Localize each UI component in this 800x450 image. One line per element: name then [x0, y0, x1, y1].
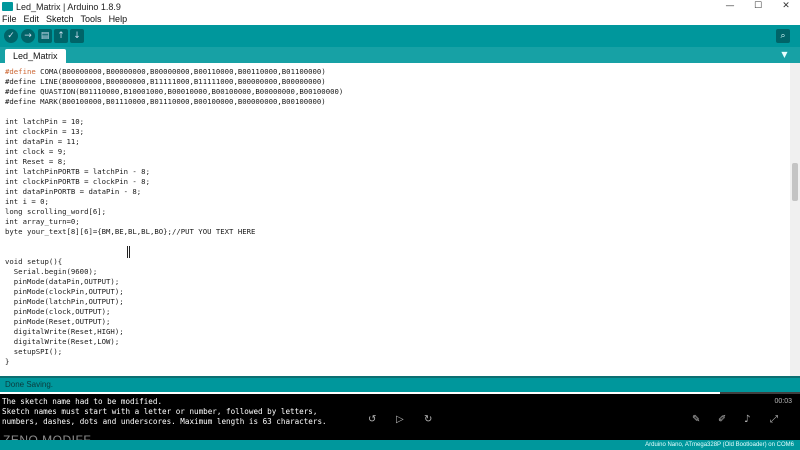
code-text: int clock = 9;: [5, 147, 67, 156]
board-status-bar: Arduino Nano, ATmega328P (Old Bootloader…: [0, 440, 800, 450]
code-line: pinMode(clockPin,OUTPUT);: [5, 287, 124, 297]
code-text: Serial.begin(9600);: [5, 267, 98, 276]
code-line: Serial.begin(9600);: [5, 267, 97, 277]
toolbar: ✓ → ▤ ↑ ↓ ⌕: [0, 25, 800, 47]
save-sketch-icon[interactable]: ↓: [70, 29, 84, 43]
code-text: digitalWrite(Reset,LOW);: [5, 337, 120, 346]
code-line: pinMode(dataPin,OUTPUT);: [5, 277, 119, 287]
code-text: void setup(){: [5, 257, 63, 266]
tab-menu-icon[interactable]: ▼: [779, 50, 790, 60]
menu-edit[interactable]: Edit: [24, 14, 40, 24]
code-text: int dataPin = 11;: [5, 137, 80, 146]
code-text: int latchPinPORTB = latchPin - 8;: [5, 167, 150, 176]
code-text: int latchPin = 10;: [5, 117, 85, 126]
code-line: #define QUASTION(B01110000,B10001000,B00…: [5, 87, 343, 97]
code-text: byte your_text[8][6]={BM,BE,BL,BL,BO};//…: [5, 227, 256, 236]
tab-strip: Led_Matrix ▼: [0, 47, 800, 63]
menu-sketch[interactable]: Sketch: [46, 14, 74, 24]
status-message: Done Saving.: [5, 380, 54, 389]
code-line: void setup(){: [5, 257, 62, 267]
code-line: int latchPinPORTB = latchPin - 8;: [5, 167, 150, 177]
menu-file[interactable]: File: [2, 14, 17, 24]
console-line: Sketch names must start with a letter or…: [2, 407, 318, 416]
code-line: setupSPI();: [5, 347, 62, 357]
code-text: pinMode(dataPin,OUTPUT);: [5, 277, 120, 286]
code-text: }: [5, 357, 10, 366]
serial-monitor-icon[interactable]: ⌕: [776, 29, 790, 43]
code-line: digitalWrite(Reset,LOW);: [5, 337, 119, 347]
code-line: int array_turn=0;: [5, 217, 80, 227]
window-controls: — ☐ ✕: [716, 0, 800, 13]
code-line: long scrolling_word[6];: [5, 207, 106, 217]
code-line: int clock = 9;: [5, 147, 67, 157]
code-text: int clockPin = 13;: [5, 127, 85, 136]
verify-icon[interactable]: ✓: [4, 29, 18, 43]
code-line: #define LINE(B00000000,B00000000,B111110…: [5, 77, 326, 87]
code-line: int dataPinPORTB = dataPin - 8;: [5, 187, 141, 197]
code-text: long scrolling_word[6];: [5, 207, 107, 216]
vertical-scrollbar[interactable]: [790, 63, 800, 376]
code-text: pinMode(latchPin,OUTPUT);: [5, 297, 124, 306]
code-line: int i = 0;: [5, 197, 49, 207]
code-text: #define LINE(B00000000,B00000000,B111110…: [5, 77, 326, 86]
code-line: #define COMA(B00000000,B00000000,B000000…: [5, 67, 326, 76]
minimize-button[interactable]: —: [716, 0, 744, 13]
code-text: digitalWrite(Reset,HIGH);: [5, 327, 124, 336]
new-sketch-icon[interactable]: ▤: [38, 29, 52, 43]
code-text: setupSPI();: [5, 347, 63, 356]
status-strip: Done Saving.: [0, 378, 800, 392]
menu-help[interactable]: Help: [109, 14, 128, 24]
code-line: int clockPinPORTB = clockPin - 8;: [5, 177, 150, 187]
code-line: pinMode(Reset,OUTPUT);: [5, 317, 111, 327]
code-line: int latchPin = 10;: [5, 117, 84, 127]
code-editor[interactable]: #define COMA(B00000000,B00000000,B000000…: [0, 63, 790, 376]
code-text: int array_turn=0;: [5, 217, 80, 226]
console-line: The sketch name had to be modified.: [2, 397, 163, 406]
maximize-button[interactable]: ☐: [744, 0, 772, 13]
code-line: }: [5, 357, 9, 367]
code-text: pinMode(Reset,OUTPUT);: [5, 317, 111, 326]
arduino-logo-icon: [2, 2, 13, 11]
title-bar: Led_Matrix | Arduino 1.8.9 — ☐ ✕: [0, 0, 800, 13]
console-output[interactable]: The sketch name had to be modified. Sket…: [0, 392, 800, 440]
code-text: int dataPinPORTB = dataPin - 8;: [5, 187, 142, 196]
code-text: int Reset = 8;: [5, 157, 67, 166]
code-line: int clockPin = 13;: [5, 127, 84, 137]
code-text: pinMode(clock,OUTPUT);: [5, 307, 111, 316]
code-text: int clockPinPORTB = clockPin - 8;: [5, 177, 150, 186]
text-cursor-icon: [127, 246, 130, 258]
close-button[interactable]: ✕: [772, 0, 800, 13]
board-info: Arduino Nano, ATmega328P (Old Bootloader…: [645, 442, 794, 448]
code-line: byte your_text[8][6]={BM,BE,BL,BL,BO};//…: [5, 227, 255, 237]
code-line: pinMode(clock,OUTPUT);: [5, 307, 111, 317]
code-text: COMA(B00000000,B00000000,B00000000,B0011…: [40, 67, 326, 76]
code-text: int i = 0;: [5, 197, 49, 206]
menu-tools[interactable]: Tools: [81, 14, 102, 24]
menu-bar: File Edit Sketch Tools Help: [0, 13, 800, 25]
open-sketch-icon[interactable]: ↑: [54, 29, 68, 43]
console-line: numbers, dashes, dots and underscores. M…: [2, 417, 327, 426]
code-text: #define QUASTION(B01110000,B10001000,B00…: [5, 87, 344, 96]
window-title: Led_Matrix | Arduino 1.8.9: [16, 1, 121, 12]
code-line: #define MARK(B00100000,B01110000,B011100…: [5, 97, 326, 107]
code-line: pinMode(latchPin,OUTPUT);: [5, 297, 124, 307]
tab-led-matrix[interactable]: Led_Matrix: [5, 49, 66, 63]
upload-icon[interactable]: →: [21, 29, 35, 43]
code-line: digitalWrite(Reset,HIGH);: [5, 327, 124, 337]
code-text: pinMode(clockPin,OUTPUT);: [5, 287, 124, 296]
scrollbar-thumb[interactable]: [792, 163, 798, 201]
code-line: int dataPin = 11;: [5, 137, 80, 147]
code-text: #define MARK(B00100000,B01110000,B011100…: [5, 97, 326, 106]
code-line: int Reset = 8;: [5, 157, 67, 167]
